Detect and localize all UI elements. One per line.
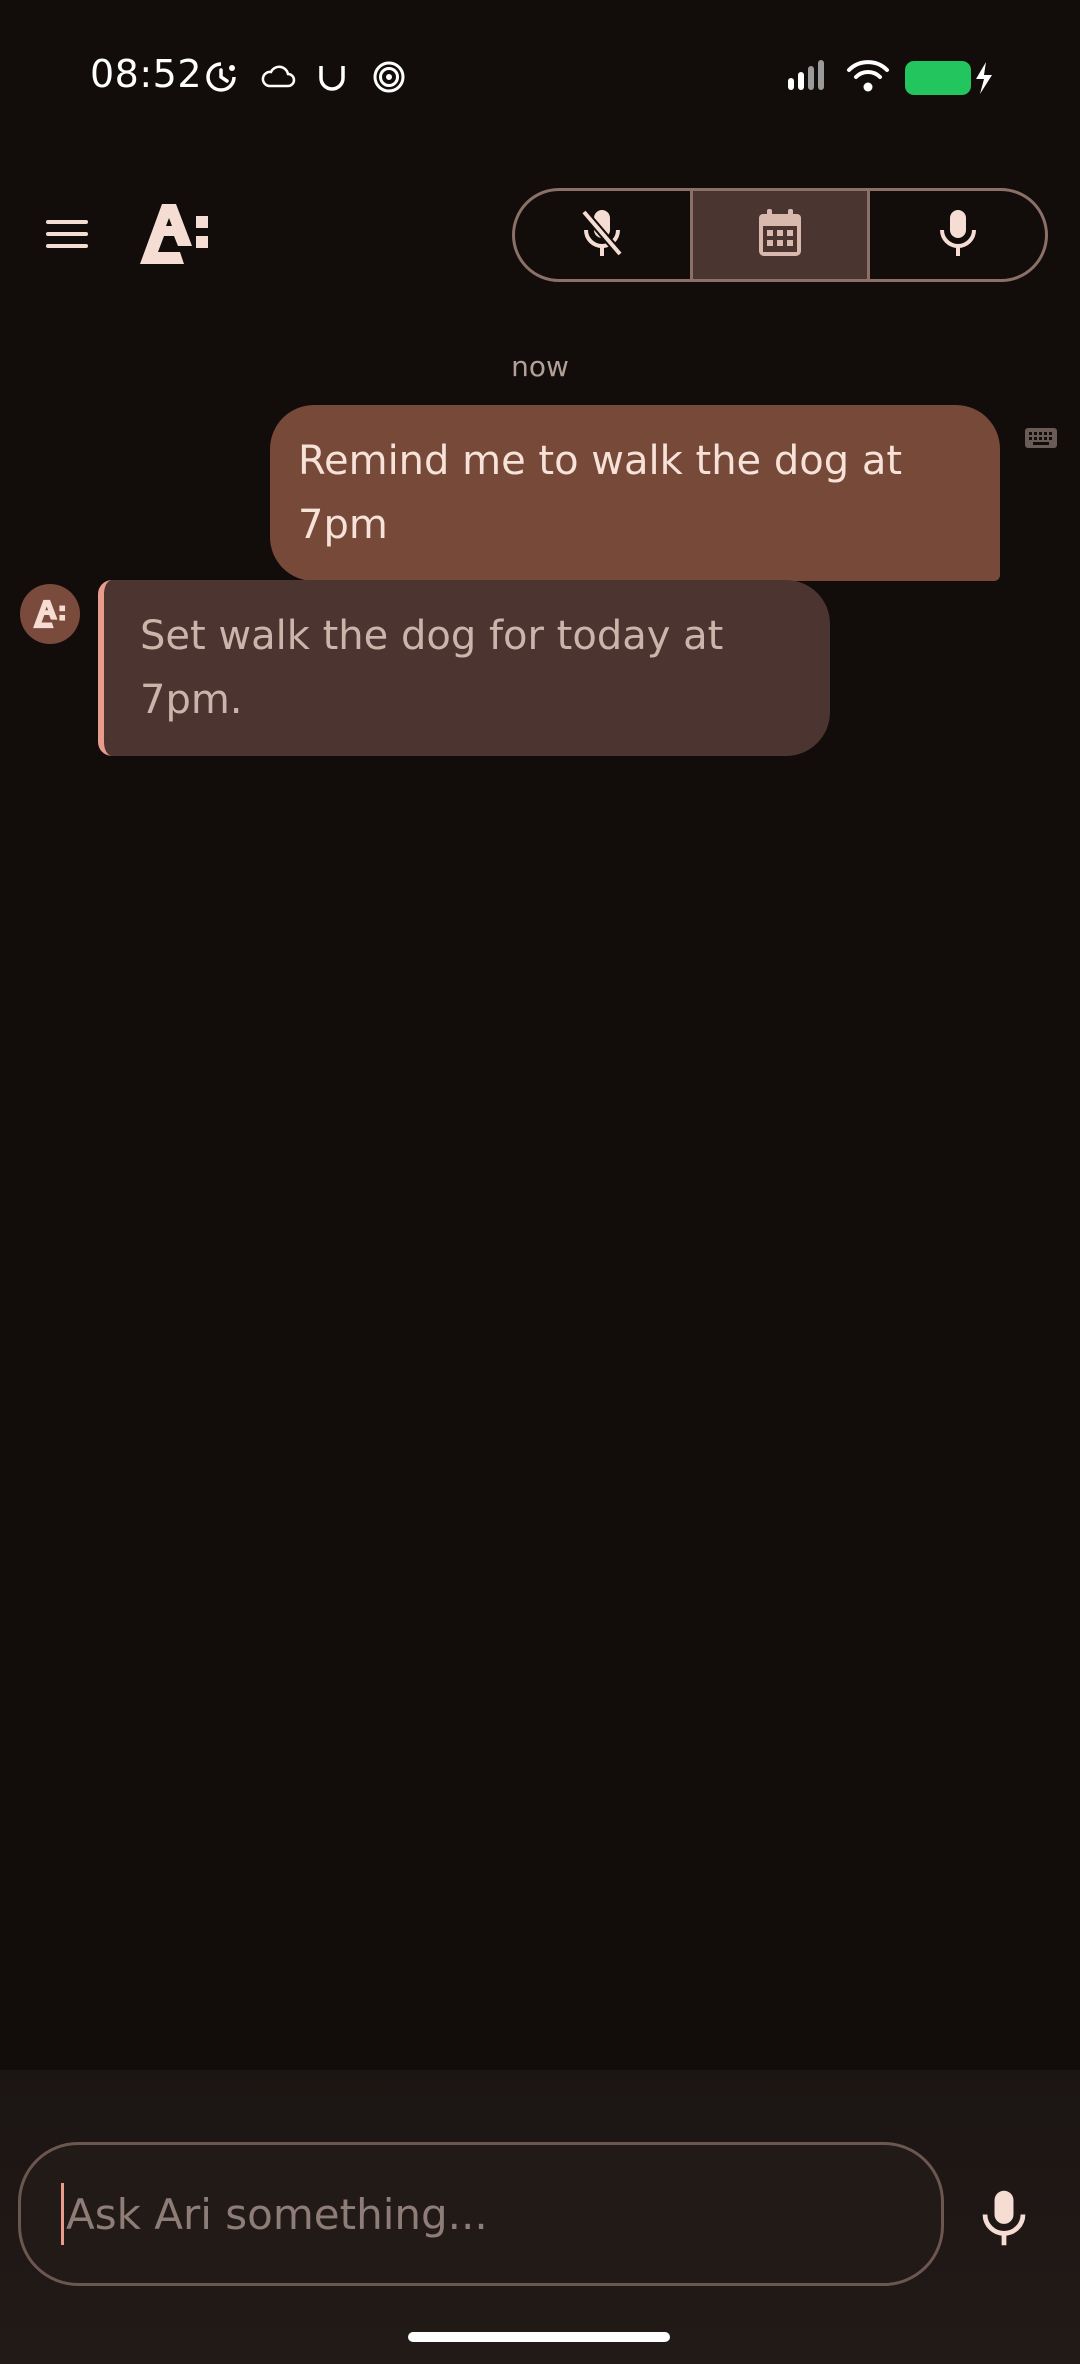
signal-icon xyxy=(786,58,832,98)
ari-message-text: Set walk the dog for today at 7pm. xyxy=(140,613,724,723)
ask-ari-placeholder: Ask Ari something... xyxy=(66,2189,488,2239)
mode-mic-off-button[interactable] xyxy=(515,191,690,279)
status-bar: 08:52 xyxy=(0,0,1080,160)
ask-ari-input[interactable]: Ask Ari something... xyxy=(18,2142,944,2286)
mode-calendar-button[interactable] xyxy=(689,191,868,279)
app-screen: 08:52 now Remind me to walk the dog at 7… xyxy=(0,0,1080,2364)
composer-mic-icon[interactable] xyxy=(976,2186,1032,2250)
mic-icon xyxy=(938,206,978,264)
composer-area: Ask Ari something... xyxy=(0,2070,1080,2364)
keyboard-icon xyxy=(1024,426,1058,456)
ari-logo-icon xyxy=(33,599,66,629)
alarm-icon xyxy=(204,60,238,98)
ari-avatar xyxy=(20,584,80,644)
mic-off-icon xyxy=(578,206,626,264)
u-icon xyxy=(316,60,348,98)
ari-logo-icon xyxy=(136,200,216,268)
status-time: 08:52 xyxy=(90,52,203,96)
mode-mic-button[interactable] xyxy=(867,191,1045,279)
hamburger-menu-icon[interactable] xyxy=(40,210,100,258)
user-message-text: Remind me to walk the dog at 7pm xyxy=(298,438,903,548)
text-caret xyxy=(61,2183,64,2245)
ari-message-bubble: Set walk the dog for today at 7pm. xyxy=(98,580,830,756)
home-indicator[interactable] xyxy=(408,2332,670,2342)
user-message-bubble: Remind me to walk the dog at 7pm xyxy=(270,405,1000,581)
app-header xyxy=(0,180,1080,290)
calendar-icon xyxy=(757,208,803,262)
battery-charging-icon xyxy=(904,60,994,100)
mode-switch xyxy=(512,188,1048,282)
wifi-icon xyxy=(846,58,890,98)
cloud-icon xyxy=(260,60,296,98)
spiral-icon xyxy=(372,60,406,98)
message-timestamp: now xyxy=(511,350,569,383)
